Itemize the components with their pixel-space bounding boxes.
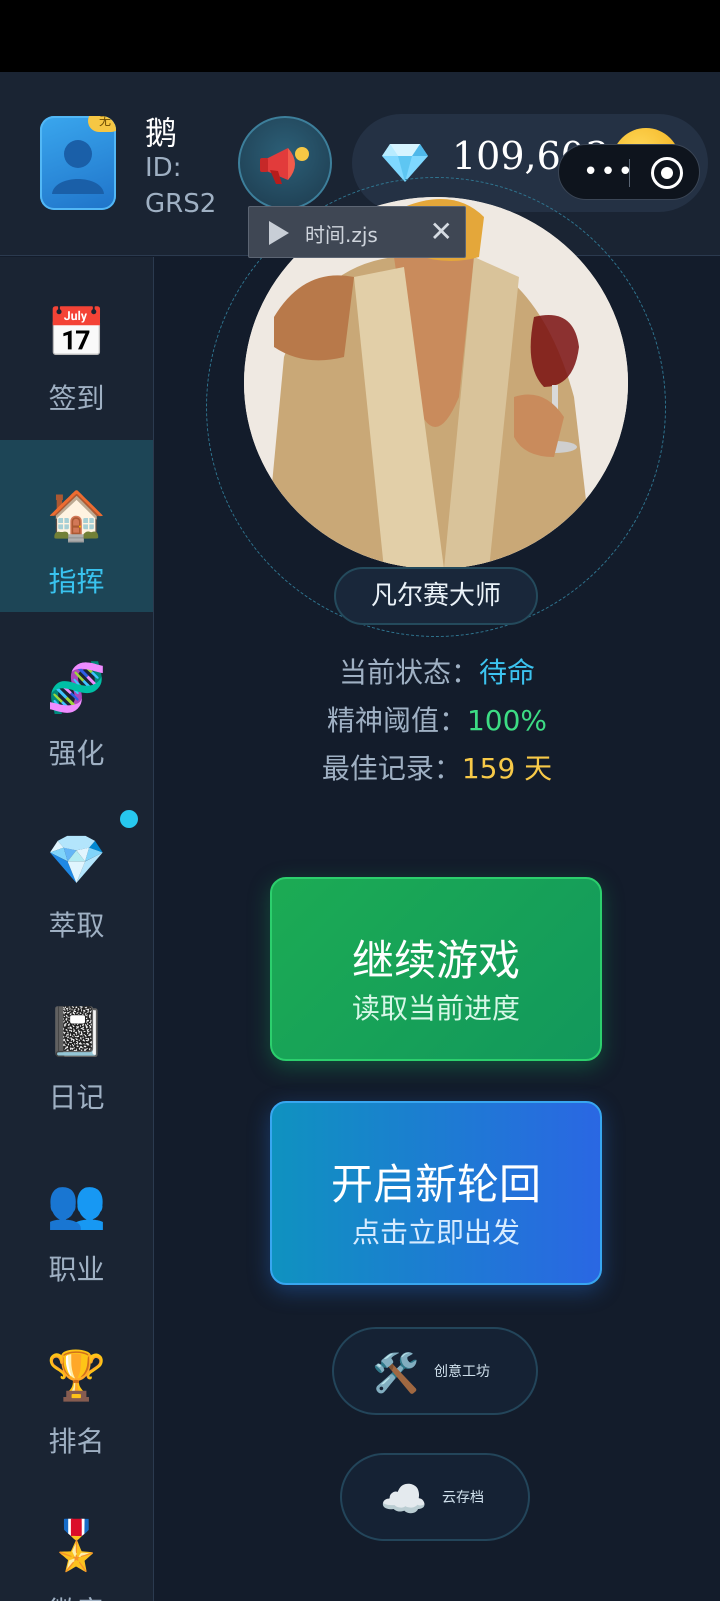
sidebar-item-signin[interactable]: 📅 签到: [0, 257, 153, 429]
user-id-label: ID:: [145, 153, 182, 183]
people-icon: 👥: [46, 1176, 107, 1232]
sidebar-item-label: 萃取: [48, 909, 105, 942]
sidebar: 📅 签到 🏠 指挥 🧬 强化 💎 萃取 📓 日记 👥 职业 🏆 排名 🎖️ 徽章: [0, 257, 154, 1601]
mini-program-capsule: •••: [558, 144, 700, 200]
megaphone-icon: [260, 147, 309, 184]
sidebar-item-badge[interactable]: 🎖️ 徽章: [0, 1470, 153, 1601]
status-label: 当前状态：: [338, 656, 479, 689]
avatar-badge: 无: [88, 116, 116, 132]
tools-icon: 🛠️: [372, 1351, 420, 1395]
sidebar-item-label: 强化: [48, 737, 105, 770]
record-value: 159 天: [461, 752, 553, 785]
announcement-button[interactable]: [238, 116, 332, 210]
sidebar-item-career[interactable]: 👥 职业: [0, 1128, 153, 1300]
sidebar-item-label: 徽章: [0, 1590, 153, 1601]
sidebar-item-ranking[interactable]: 🏆 排名: [0, 1300, 153, 1472]
avatar[interactable]: 无: [40, 116, 116, 210]
file-toast: 时间.zjs ✕: [248, 206, 466, 258]
cloud-save-button[interactable]: ☁️ 云存档: [340, 1453, 530, 1541]
close-miniprogram-icon[interactable]: [651, 157, 683, 189]
sidebar-item-label: 签到: [48, 382, 105, 415]
user-name: 鹅: [145, 114, 178, 152]
continue-game-button[interactable]: 继续游戏 读取当前进度: [270, 877, 602, 1061]
cloud-save-label: 云存档: [442, 1490, 484, 1506]
notebook-icon: 📓: [46, 1004, 107, 1060]
medal-icon: 🎖️: [46, 1518, 107, 1574]
sidebar-item-label: 职业: [48, 1253, 105, 1286]
mind-value: 100%: [466, 704, 548, 737]
new-cycle-subtitle: 点击立即出发: [351, 1216, 520, 1249]
play-icon[interactable]: [269, 221, 289, 245]
sidebar-item-label: 排名: [48, 1425, 105, 1458]
gem-icon: 💎: [46, 832, 107, 888]
main-content: 凡尔赛大师 当前状态：待命 精神阈值：100% 最佳记录：159 天 继续游戏 …: [154, 177, 720, 1601]
mind-label: 精神阈值：: [326, 704, 467, 737]
status-value: 待命: [479, 656, 536, 689]
status-row: 当前状态：待命: [154, 649, 720, 697]
mind-row: 精神阈值：100%: [154, 697, 720, 745]
dna-icon: 🧬: [46, 660, 107, 716]
house-icon: 🏠: [46, 488, 107, 544]
continue-title: 继续游戏: [351, 936, 520, 985]
user-id: ID: GRS2: [145, 150, 235, 222]
status-bar: [0, 0, 720, 72]
capsule-divider: [629, 159, 630, 187]
cloud-icon: ☁️: [380, 1477, 428, 1521]
status-panel: 当前状态：待命 精神阈值：100% 最佳记录：159 天: [154, 649, 720, 793]
creative-workshop-button[interactable]: 🛠️ 创意工坊: [332, 1327, 538, 1415]
notification-dot: [120, 810, 138, 828]
workshop-label: 创意工坊: [434, 1364, 490, 1380]
new-cycle-title: 开启新轮回: [330, 1160, 541, 1209]
trophy-icon: 🏆: [46, 1348, 107, 1404]
user-id-value: GRS2: [145, 189, 217, 219]
new-cycle-button[interactable]: 开启新轮回 点击立即出发: [270, 1101, 602, 1285]
sidebar-item-diary[interactable]: 📓 日记: [0, 956, 153, 1128]
character-title: 凡尔赛大师: [334, 567, 538, 625]
calendar-icon: 📅: [46, 305, 107, 361]
record-label: 最佳记录：: [321, 752, 462, 785]
record-row: 最佳记录：159 天: [154, 745, 720, 793]
continue-subtitle: 读取当前进度: [351, 992, 520, 1025]
sidebar-item-command[interactable]: 🏠 指挥: [0, 440, 153, 612]
sidebar-item-enhance[interactable]: 🧬 强化: [0, 612, 153, 784]
file-name: 时间.zjs: [305, 223, 378, 247]
sidebar-item-label: 日记: [48, 1081, 105, 1114]
close-icon[interactable]: ✕: [430, 215, 453, 248]
sidebar-item-label: 指挥: [48, 565, 105, 598]
more-icon[interactable]: •••: [583, 157, 635, 187]
